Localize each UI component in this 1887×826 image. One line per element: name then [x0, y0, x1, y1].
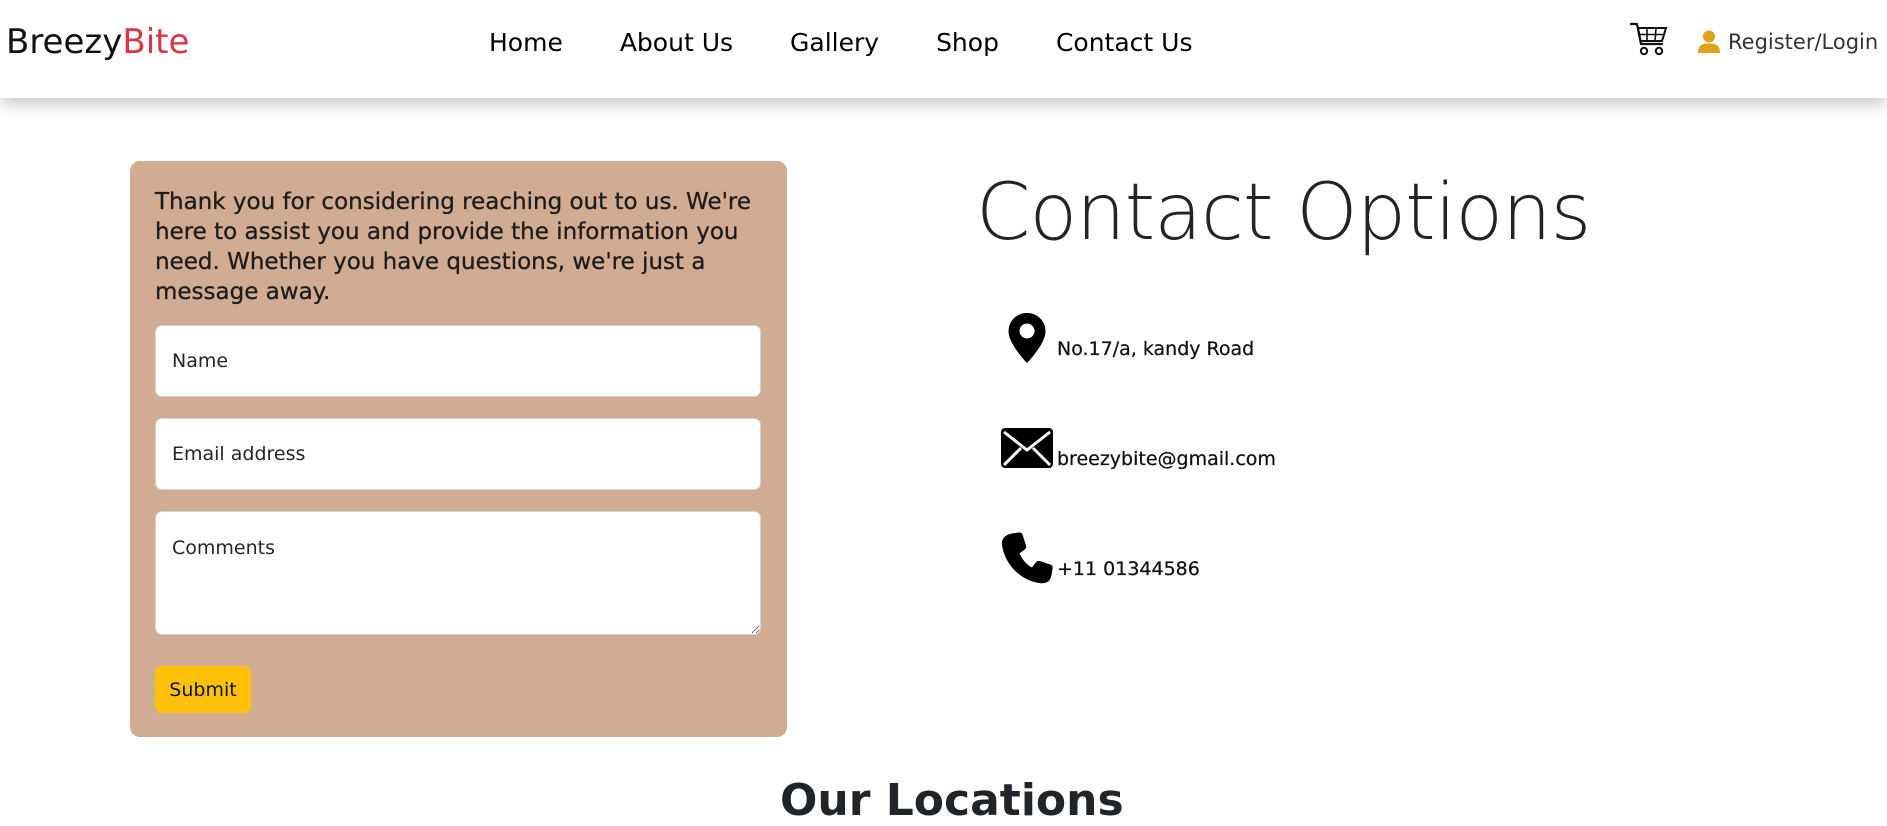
submit-button[interactable]: Submit	[155, 666, 251, 713]
nav-link-contact-us[interactable]: Contact Us	[1056, 28, 1193, 57]
comments-textarea[interactable]	[155, 511, 761, 635]
email-text[interactable]: breezybite@gmail.com	[1057, 448, 1276, 470]
email-input[interactable]	[155, 418, 761, 490]
map-pin-icon	[1008, 313, 1046, 363]
user-icon	[1698, 30, 1720, 53]
navbar: BreezyBite Home About Us Gallery Shop Co…	[0, 0, 1887, 98]
our-locations-heading: Our Locations	[780, 775, 1124, 826]
register-login-link[interactable]: Register/Login	[1698, 30, 1878, 54]
form-intro-text: Thank you for considering reaching out t…	[155, 189, 752, 305]
name-input[interactable]	[155, 325, 761, 397]
brand-part-1: Breezy	[6, 22, 123, 62]
contact-form-card: Thank you for considering reaching out t…	[130, 161, 787, 737]
contact-options-title: Contact Options	[976, 168, 1591, 258]
nav-links: Home About Us Gallery Shop Contact Us	[489, 28, 1193, 57]
register-login-label: Register/Login	[1728, 30, 1879, 54]
nav-link-gallery[interactable]: Gallery	[790, 28, 879, 57]
phone-icon	[1001, 532, 1053, 584]
nav-link-home[interactable]: Home	[489, 28, 563, 57]
brand-logo[interactable]: BreezyBite	[6, 22, 189, 62]
address-text: No.17/a, kandy Road	[1057, 338, 1255, 360]
brand-part-2: Bite	[122, 22, 190, 62]
envelope-icon	[1001, 428, 1053, 468]
phone-text[interactable]: +11 01344586	[1057, 558, 1200, 580]
nav-link-about-us[interactable]: About Us	[620, 28, 733, 57]
cart-icon[interactable]	[1630, 20, 1668, 58]
nav-link-shop[interactable]: Shop	[936, 28, 999, 57]
